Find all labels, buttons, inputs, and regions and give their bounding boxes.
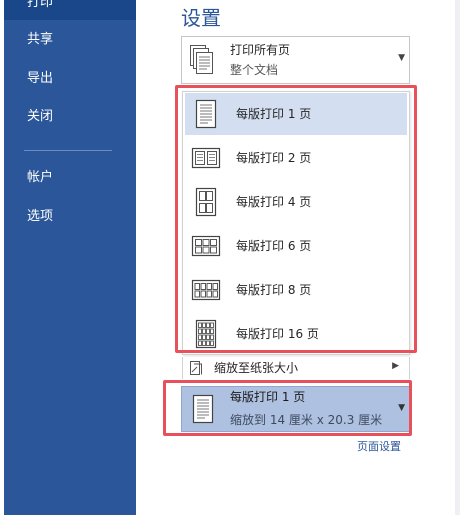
sixteen-pages-per-sheet-icon [191,318,221,354]
menu-item-label: 每版打印 4 页 [236,195,312,209]
menu-item-6-pages[interactable]: 每版打印 6 页 [185,225,407,267]
multi-document-icon [189,44,215,80]
menu-item-label: 每版打印 8 页 [236,283,312,297]
page-setup-link[interactable]: 页面设置 [357,439,401,455]
menu-item-16-pages[interactable]: 每版打印 16 页 [185,313,407,355]
nav-divider [24,150,112,151]
menu-item-1-page[interactable]: 每版打印 1 页 [185,93,407,135]
print-range-dropdown[interactable]: 打印所有页 整个文档 ▼ [181,36,410,84]
print-range-sub-label: 整个文档 [230,63,279,77]
menu-item-label: 每版打印 2 页 [236,151,312,165]
pages-per-sheet-dropdown[interactable]: 每版打印 1 页 缩放到 14 厘米 x 20.3 厘米 ▼ [181,386,410,432]
chevron-down-icon: ▼ [398,403,405,413]
six-pages-per-sheet-icon [191,230,221,266]
scale-to-paper-size-label: 缩放至纸张大小 [214,361,299,375]
nav-item-share[interactable]: 共享 [4,23,136,57]
menu-item-label: 每版打印 6 页 [236,239,312,253]
backstage-sidebar: 打印 共享 导出 关闭 帐户 选项 [4,0,136,515]
nav-item-print[interactable]: 打印 [4,0,136,20]
one-page-per-sheet-icon [188,393,218,429]
menu-item-label: 每版打印 16 页 [236,327,319,341]
two-pages-per-sheet-icon [191,142,221,178]
settings-heading: 设置 [181,6,221,30]
pages-per-sheet-sub-label: 缩放到 14 厘米 x 20.3 厘米 [230,413,383,427]
menu-item-8-pages[interactable]: 每版打印 8 页 [185,269,407,311]
nav-item-export[interactable]: 导出 [4,62,136,96]
chevron-down-icon: ▼ [398,53,405,63]
one-page-per-sheet-icon [191,98,221,134]
print-range-main-label: 打印所有页 [230,43,291,57]
menu-item-2-pages[interactable]: 每版打印 2 页 [185,137,407,179]
chevron-right-icon: ▶ [392,361,399,371]
nav-item-account[interactable]: 帐户 [4,161,136,195]
eight-pages-per-sheet-icon [191,274,221,310]
scale-to-paper-size-item[interactable]: 缩放至纸张大小 ▶ [182,357,410,379]
menu-item-4-pages[interactable]: 每版打印 4 页 [185,181,407,223]
pages-per-sheet-main-label: 每版打印 1 页 [230,390,306,404]
scale-page-icon [188,360,204,380]
four-pages-per-sheet-icon [191,186,221,222]
pages-per-sheet-menu: 每版打印 1 页 每版打印 2 页 每版打印 4 页 每版打印 6 页 每版打印… [182,91,410,355]
nav-item-options[interactable]: 选项 [4,200,136,234]
window-edge-right [455,0,460,515]
menu-item-label: 每版打印 1 页 [236,107,312,121]
nav-item-close[interactable]: 关闭 [4,100,136,134]
